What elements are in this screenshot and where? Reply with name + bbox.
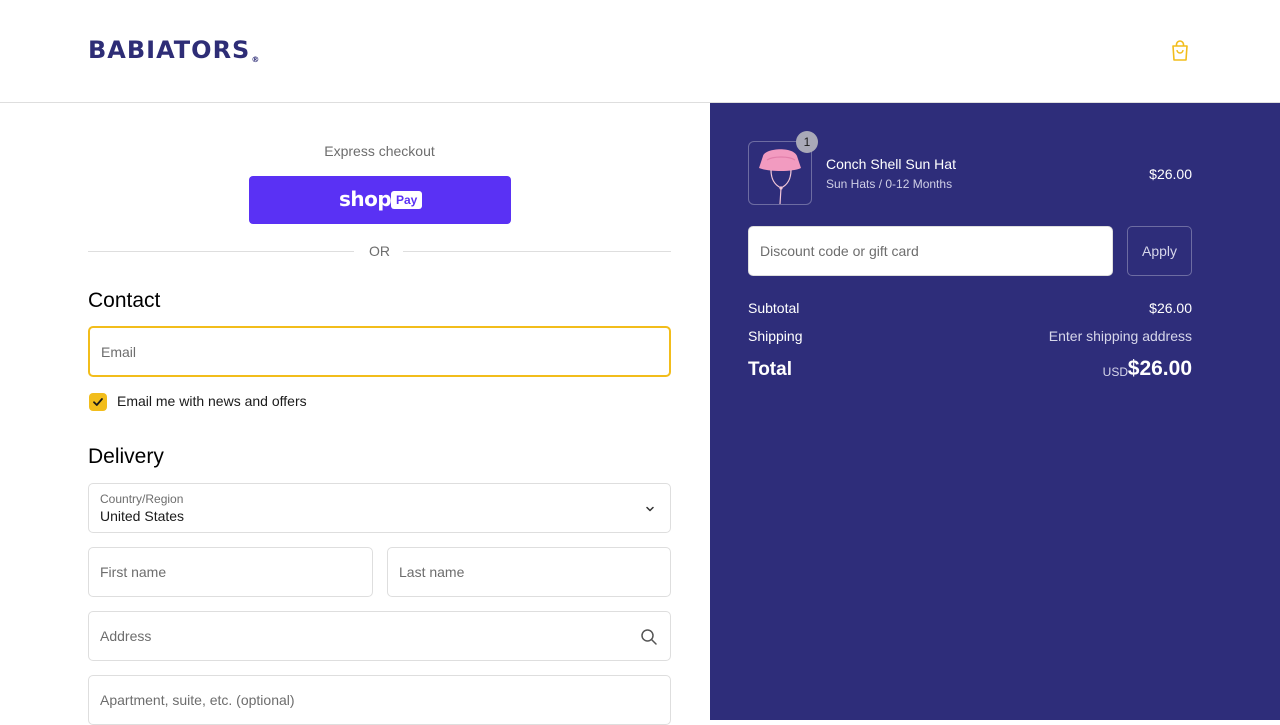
address-field[interactable]	[88, 611, 671, 661]
product-price: $26.00	[1149, 166, 1192, 182]
country-value: United States	[100, 508, 185, 524]
product-variant: Sun Hats / 0-12 Months	[826, 177, 953, 191]
checkout-form: Express checkout shop Pay OR Contact Ema…	[0, 103, 710, 725]
apply-discount-button[interactable]: Apply	[1127, 226, 1192, 276]
country-select[interactable]: Country/Region United States	[88, 483, 671, 533]
chevron-down-icon	[646, 506, 654, 512]
brand-logo[interactable]: BABIATORS®	[88, 36, 260, 64]
address-input[interactable]	[89, 612, 670, 660]
shopping-bag-icon[interactable]	[1170, 40, 1190, 62]
search-icon[interactable]	[640, 628, 658, 646]
first-name-field[interactable]	[88, 547, 373, 597]
last-name-field[interactable]	[387, 547, 671, 597]
email-input[interactable]	[90, 328, 669, 375]
total-label: Total	[748, 359, 792, 380]
delivery-heading: Delivery	[88, 445, 164, 468]
shop-pay-badge: Pay	[391, 191, 423, 209]
order-summary: 1 Conch Shell Sun Hat Sun Hats / 0-12 Mo…	[710, 103, 1280, 720]
or-text: OR	[369, 243, 390, 259]
product-name: Conch Shell Sun Hat	[826, 156, 956, 172]
email-field[interactable]	[88, 326, 671, 377]
header: BABIATORS®	[0, 0, 1280, 103]
subtotal-label: Subtotal	[748, 300, 800, 316]
express-checkout-label: Express checkout	[324, 143, 435, 159]
or-divider: OR	[88, 243, 671, 259]
apartment-field[interactable]	[88, 675, 671, 725]
checkmark-icon	[93, 398, 103, 406]
total-currency: USD	[1102, 365, 1128, 379]
country-label: Country/Region	[100, 492, 184, 506]
shop-pay-wordmark: shop	[339, 187, 392, 211]
subtotal-value: $26.00	[1149, 300, 1192, 316]
discount-input[interactable]	[749, 227, 1112, 275]
newsletter-checkbox[interactable]	[89, 393, 107, 411]
contact-heading: Contact	[88, 289, 161, 312]
last-name-input[interactable]	[388, 548, 670, 596]
shipping-value: Enter shipping address	[1048, 328, 1192, 344]
apartment-input[interactable]	[89, 676, 670, 724]
quantity-badge: 1	[796, 131, 818, 153]
total-value: $26.00	[1127, 357, 1192, 380]
discount-field[interactable]	[748, 226, 1113, 276]
shop-pay-button[interactable]: shop Pay	[249, 176, 511, 224]
shipping-label: Shipping	[748, 328, 803, 344]
first-name-input[interactable]	[89, 548, 372, 596]
newsletter-label[interactable]: Email me with news and offers	[117, 393, 307, 409]
